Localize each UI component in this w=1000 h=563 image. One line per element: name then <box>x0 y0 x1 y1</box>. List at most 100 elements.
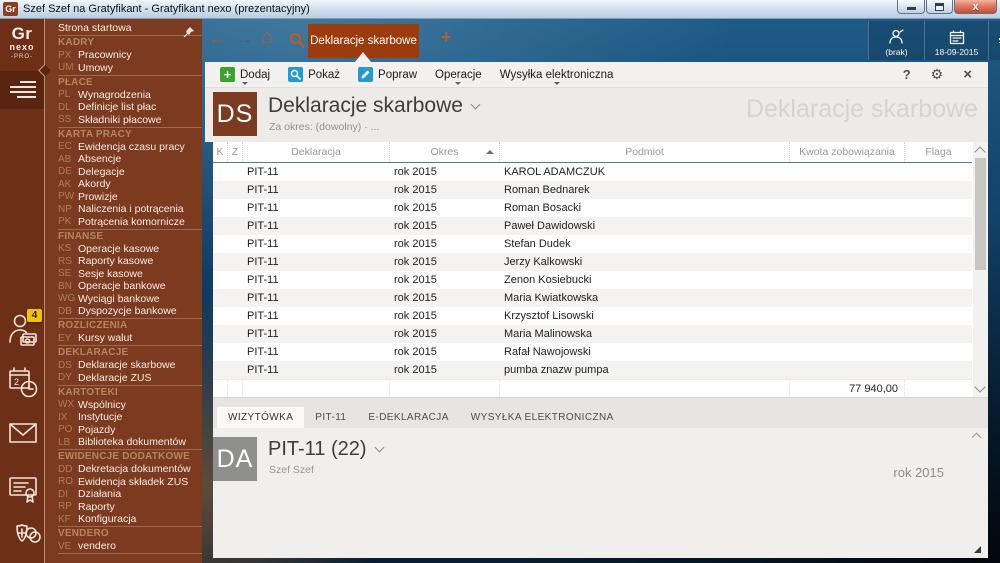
sidebar-item-instytucje[interactable]: IXInstytucje <box>45 411 202 424</box>
settings-gear-button[interactable]: ⚙ <box>931 66 944 83</box>
nav-back-button[interactable]: ← <box>209 29 226 49</box>
show-button[interactable]: Pokaż <box>279 62 349 87</box>
scroll-up-icon[interactable] <box>974 146 985 157</box>
pin-icon[interactable] <box>183 25 195 43</box>
table-row[interactable]: PIT-11rok 2015Roman Bednarek <box>213 181 972 199</box>
column-header-podmiot[interactable]: Podmiot <box>500 142 790 162</box>
edit-button[interactable]: Popraw <box>349 62 426 87</box>
column-header-flaga[interactable]: Flaga <box>905 142 972 162</box>
table-row[interactable]: PIT-11rok 2015pumba znazw pumpa <box>213 361 972 379</box>
licenses-shortcut-button[interactable] <box>7 471 39 509</box>
sidebar-item-definicje-list-p-ac[interactable]: DLDefinicje list płac <box>45 101 202 114</box>
table-row[interactable]: PIT-11rok 2015KAROL ADAMCZUK <box>213 163 972 181</box>
sidebar-item-delegacje[interactable]: DEDelegacje <box>45 166 202 179</box>
sidebar-item-vendero[interactable]: VEvendero <box>45 540 202 553</box>
detail-title[interactable]: PIT-11 (22) <box>268 438 383 461</box>
sidebar-item-sk-adniki-p-acowe[interactable]: SSSkładniki płacowe <box>45 114 202 127</box>
sidebar-item-label: Biblioteka dokumentów <box>78 436 186 448</box>
add-button[interactable]: + Dodaj <box>211 62 279 87</box>
column-header-k[interactable]: K <box>213 142 228 162</box>
sidebar-item-raporty[interactable]: RPRaporty <box>45 501 202 514</box>
sidebar-item-wsp-lnicy[interactable]: WXWspólnicy <box>45 399 202 412</box>
detail-tab-e-deklaracja[interactable]: E-DEKLARACJA <box>357 407 459 428</box>
sidebar-item-kursy-walut[interactable]: EYKursy walut <box>45 332 202 345</box>
nav-search-button[interactable] <box>289 32 305 53</box>
view-filter-summary[interactable]: Za okres: (dowolny) · ... <box>269 121 379 133</box>
detail-tab-wysy-ka-elektroniczna[interactable]: WYSYŁKA ELEKTRONICZNA <box>460 407 625 428</box>
sidebar-item-code: KS <box>58 243 78 254</box>
close-view-button[interactable]: × <box>963 66 972 83</box>
column-header-kwota[interactable]: Kwota zobowiązania <box>790 142 905 162</box>
nav-forward-button[interactable]: → <box>236 29 253 49</box>
maximize-button[interactable] <box>926 0 953 14</box>
cell-kwota <box>790 343 905 361</box>
sidebar-item-dyspozycje-bankowe[interactable]: DBDyspozycje bankowe <box>45 305 202 318</box>
sidebar-item-naliczenia-i-potr-cenia[interactable]: NPNaliczenia i potrącenia <box>45 203 202 216</box>
table-scrollbar[interactable] <box>973 142 988 397</box>
sidebar-item-raporty-kasowe[interactable]: RSRaporty kasowe <box>45 255 202 268</box>
resize-grip-icon[interactable] <box>974 546 981 553</box>
table-row[interactable]: PIT-11rok 2015Maria Kwiatkowska <box>213 289 972 307</box>
sidebar-item-operacje-bankowe[interactable]: BNOperacje bankowe <box>45 280 202 293</box>
session-buttons: (brak) 18-09-2015 <box>868 21 1000 60</box>
detail-tab-pit-11[interactable]: PIT-11 <box>304 407 357 428</box>
table-row[interactable]: PIT-11rok 2015Paweł Dawidowski <box>213 217 972 235</box>
table-row[interactable]: PIT-11rok 2015Rafał Nawojowski <box>213 343 972 361</box>
electronic-dispatch-button[interactable]: Wysyłka elektroniczna <box>491 62 623 87</box>
sidebar-item-wyci-gi-bankowe[interactable]: WGWyciągi bankowe <box>45 293 202 306</box>
sidebar-item-absencje[interactable]: ABAbsencje <box>45 153 202 166</box>
close-button[interactable]: x <box>954 0 997 14</box>
current-user-button[interactable]: (brak) <box>868 21 924 60</box>
cell-kwota <box>790 271 905 289</box>
menu-toggle-button[interactable] <box>0 71 44 109</box>
column-header-z[interactable]: Z <box>228 142 243 162</box>
sidebar-item-biblioteka-dokument-w[interactable]: LBBiblioteka dokumentów <box>45 436 202 449</box>
cell-podmiot: Rafał Nawojowski <box>500 343 790 361</box>
sidebar-item-prowizje[interactable]: PWProwizje <box>45 191 202 204</box>
sidebar-item-ewidencja-czasu-pracy[interactable]: ECEwidencja czasu pracy <box>45 141 202 154</box>
session-menu-button[interactable] <box>988 21 1000 60</box>
table-row[interactable]: PIT-11rok 2015Maria Malinowska <box>213 325 972 343</box>
sidebar-item-code: RS <box>58 256 78 267</box>
table-row[interactable]: PIT-11rok 2015Stefan Dudek <box>213 235 972 253</box>
insurance-shortcut-button[interactable] <box>7 521 39 559</box>
table-row[interactable]: PIT-11rok 2015Jerzy Kalkowski <box>213 253 972 271</box>
sidebar-item-ewidencja-sk-adek-zus[interactable]: ROEwidencja składek ZUS <box>45 476 202 489</box>
operations-button[interactable]: Operacje <box>426 62 491 87</box>
help-button[interactable]: ? <box>903 67 911 82</box>
sidebar-item-dzia-ania[interactable]: DIDziałania <box>45 488 202 501</box>
messages-shortcut-button[interactable] <box>7 417 39 455</box>
cell-deklaracja: PIT-11 <box>243 217 390 235</box>
scroll-down-icon[interactable] <box>974 381 985 392</box>
sidebar-section-header-ewidencje-dodatkowe: EWIDENCJE DODATKOWE <box>45 451 202 464</box>
sidebar-item-operacje-kasowe[interactable]: KSOperacje kasowe <box>45 243 202 256</box>
column-header-okres[interactable]: Okres <box>390 142 500 162</box>
sidebar-item-pracownicy[interactable]: PXPracownicy <box>45 49 202 62</box>
sidebar-item-strona-startowa[interactable]: Strona startowa <box>45 22 202 35</box>
sidebar-item-konfiguracja[interactable]: KFKonfiguracja <box>45 513 202 526</box>
detail-scroll-up-icon[interactable] <box>972 433 982 443</box>
nav-home-button[interactable]: ⌂ <box>261 26 273 49</box>
planner-shortcut-button[interactable]: 2 <box>7 365 39 403</box>
sidebar-item-potr-cenia-komornicze[interactable]: PKPotrącenia komornicze <box>45 216 202 229</box>
minimize-button[interactable] <box>897 0 925 14</box>
cell-z <box>228 325 243 343</box>
detail-tab-wizyt-wka[interactable]: WIZYTÓWKA <box>217 407 304 428</box>
table-row[interactable]: PIT-11rok 2015Zenon Kosiebucki <box>213 271 972 289</box>
view-title[interactable]: Deklaracje skarbowe <box>268 94 479 118</box>
search-icon <box>289 32 305 48</box>
sidebar-item-akordy[interactable]: AKAkordy <box>45 178 202 191</box>
sidebar-item-deklaracje-zus[interactable]: DYDeklaracje ZUS <box>45 372 202 385</box>
sidebar-item-dekretacja-dokument-w[interactable]: DDDekretacja dokumentów <box>45 463 202 476</box>
table-row[interactable]: PIT-11rok 2015Roman Bosacki <box>213 199 972 217</box>
column-header-deklaracja[interactable]: Deklaracja <box>243 142 390 162</box>
sidebar-item-wynagrodzenia[interactable]: PLWynagrodzenia <box>45 89 202 102</box>
table-row[interactable]: PIT-11rok 2015Krzysztof Lisowski <box>213 307 972 325</box>
new-tab-button[interactable]: + <box>441 27 452 48</box>
work-date-button[interactable]: 18-09-2015 <box>924 21 988 60</box>
sidebar-item-sesje-kasowe[interactable]: SESesje kasowe <box>45 268 202 281</box>
sidebar-item-deklaracje-skarbowe[interactable]: DSDeklaracje skarbowe <box>45 359 202 372</box>
sidebar-item-pojazdy[interactable]: POPojazdy <box>45 424 202 437</box>
sidebar-item-umowy[interactable]: UMUmowy <box>45 62 202 75</box>
scrollbar-thumb[interactable] <box>975 158 986 270</box>
